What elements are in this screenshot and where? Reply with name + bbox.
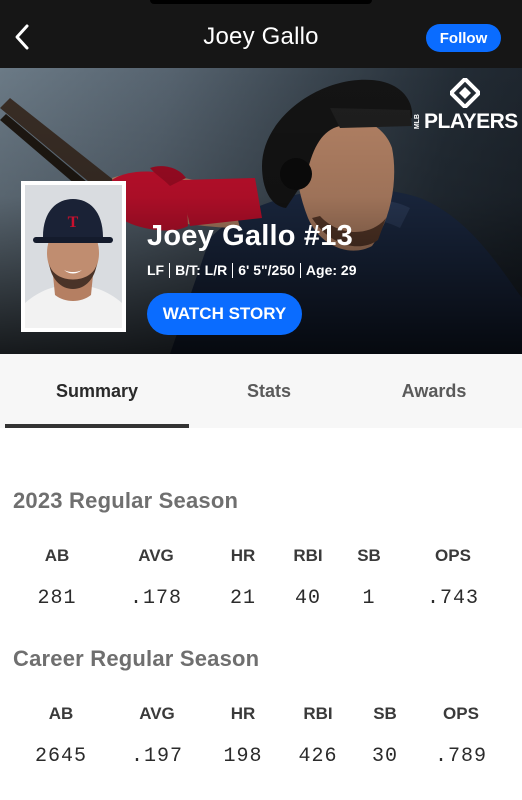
career-stats-title: Career Regular Season: [13, 646, 260, 671]
stat-header: AB: [44, 546, 70, 565]
player-hero-banner: MLB PLAYERS T Joey Gallo #13 LF B/T: L/R…: [0, 68, 522, 354]
stat-value: 281: [37, 587, 77, 610]
player-name: Joey Gallo #13: [147, 220, 353, 252]
follow-button[interactable]: Follow: [426, 24, 501, 52]
logo-players-text: PLAYERS: [424, 110, 518, 133]
tab-awards[interactable]: Awards: [349, 354, 519, 428]
top-nav-bar: Joey Gallo Follow: [0, 0, 522, 68]
svg-text:T: T: [68, 214, 79, 231]
player-headshot: T: [21, 181, 126, 332]
season-stats-title: 2023 Regular Season: [13, 488, 239, 513]
stat-header: HR: [230, 704, 256, 723]
headshot-portrait: T: [25, 185, 122, 328]
divider: [299, 262, 301, 278]
stat-value: 2645: [34, 745, 87, 768]
stat-header: SB: [373, 704, 397, 723]
player-bats-throws: B/T: L/R: [175, 262, 228, 278]
active-tab-indicator: [5, 424, 189, 428]
stat-value: 1: [362, 587, 376, 610]
stat-value: .197: [130, 745, 183, 768]
logo-mlb-text: MLB: [414, 114, 421, 130]
stat-header: AVG: [138, 546, 174, 565]
stat-header: SB: [357, 546, 381, 565]
tab-summary[interactable]: Summary: [5, 354, 189, 428]
stat-value: .743: [426, 587, 479, 610]
player-height-weight: 6' 5"/250: [238, 262, 295, 278]
stat-value: .789: [434, 745, 487, 768]
logo-mark-icon: [450, 78, 480, 108]
player-position: LF: [147, 262, 165, 278]
watch-story-button[interactable]: WATCH STORY: [147, 293, 302, 335]
stat-header: AB: [48, 704, 74, 723]
device-notch: [150, 0, 372, 4]
stat-header: AVG: [139, 704, 175, 723]
tab-bar: Summary Stats Awards: [0, 354, 522, 428]
stat-header: OPS: [443, 704, 479, 723]
divider: [232, 262, 234, 278]
player-bio-line: LF B/T: L/R 6' 5"/250 Age: 29: [147, 262, 356, 278]
mlb-players-logo: MLB PLAYERS: [412, 78, 518, 136]
tab-stats[interactable]: Stats: [189, 354, 349, 428]
divider: [169, 262, 171, 278]
stat-header: OPS: [435, 546, 471, 565]
player-age: Age: 29: [305, 262, 357, 278]
stat-value: .178: [129, 587, 182, 610]
